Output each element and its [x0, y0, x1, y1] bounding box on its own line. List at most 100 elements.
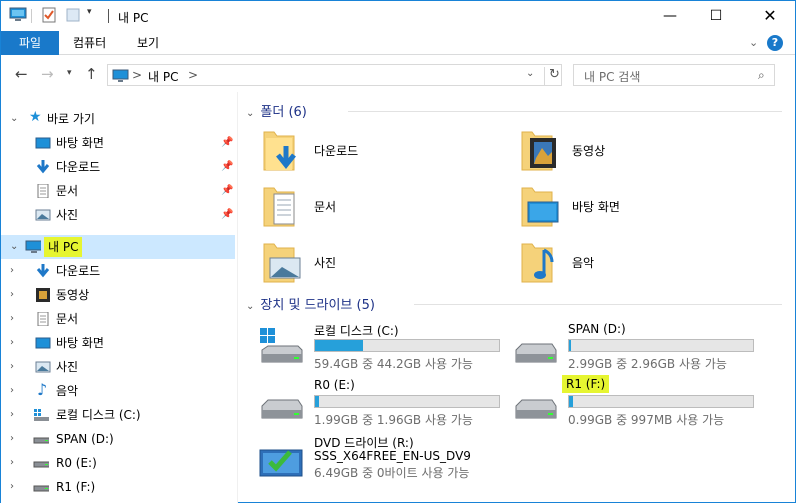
collapse-arrow-icon[interactable]: ⌄: [10, 107, 18, 131]
minimize-icon[interactable]: —: [647, 1, 693, 31]
drive-name: R1 (F:): [562, 375, 610, 393]
tab-view[interactable]: 보기: [123, 31, 173, 55]
desktop-icon: [35, 337, 51, 349]
nav-quick-access[interactable]: ⌄ ★ 바로 가기: [1, 107, 235, 131]
collapse-arrow-icon[interactable]: ⌄: [10, 235, 18, 259]
expand-ribbon-icon[interactable]: ⌄: [749, 36, 758, 49]
folder-tile-documents[interactable]: 문서: [258, 182, 508, 234]
nav-pc-drive-f[interactable]: › R1 (F:): [1, 475, 235, 499]
expand-arrow-icon[interactable]: ›: [10, 475, 14, 499]
window-title: 내 PC: [118, 11, 149, 25]
windows-drive-icon: [34, 409, 49, 421]
folder-tile-downloads[interactable]: 다운로드: [258, 126, 508, 178]
nav-pc-drive-c[interactable]: › 로컬 디스크 (C:): [1, 403, 235, 427]
nav-pc-drive-d[interactable]: › SPAN (D:): [1, 427, 235, 451]
crumb-separator[interactable]: >: [188, 68, 198, 82]
folder-label: 음악: [572, 256, 595, 270]
nav-pinned-pictures[interactable]: 사진 📌: [1, 203, 235, 227]
nav-label: 문서: [56, 184, 79, 198]
drive-tile-d[interactable]: SPAN (D:) 2.99GB 중 2.96GB 사용 가능: [512, 322, 772, 374]
drive-usage-fill: [569, 340, 571, 351]
drive-name: R0 (E:): [314, 378, 355, 392]
collapse-arrow-icon[interactable]: ⌄: [246, 301, 254, 312]
tab-computer[interactable]: 컴퓨터: [59, 31, 120, 55]
search-box[interactable]: 내 PC 검색 ⌕: [573, 64, 775, 86]
qa-divider: [31, 9, 32, 23]
pin-icon[interactable]: 📌: [221, 155, 233, 179]
nav-this-pc[interactable]: ⌄ 내 PC: [1, 235, 235, 259]
expand-arrow-icon[interactable]: ›: [10, 451, 14, 475]
maximize-icon[interactable]: ☐: [693, 1, 739, 31]
refresh-icon[interactable]: ↻: [544, 67, 560, 85]
expand-arrow-icon[interactable]: ›: [10, 403, 14, 427]
drive-tile-c[interactable]: 로컬 디스크 (C:) 59.4GB 중 44.2GB 사용 가능: [258, 322, 518, 374]
new-folder-icon[interactable]: [65, 7, 81, 25]
windows-drive-icon: [260, 328, 303, 363]
crumb-separator[interactable]: >: [132, 68, 142, 82]
nav-pc-documents[interactable]: › 문서: [1, 307, 235, 331]
pin-icon[interactable]: 📌: [221, 131, 233, 155]
back-arrow-icon[interactable]: ←: [15, 65, 28, 83]
customize-qa-icon[interactable]: ▾: [87, 7, 92, 25]
nav-pc-pictures[interactable]: › 사진: [1, 355, 235, 379]
address-dropdown-icon[interactable]: ⌄: [526, 68, 534, 79]
search-icon[interactable]: ⌕: [758, 68, 765, 83]
drive-name: SPAN (D:): [568, 322, 626, 336]
nav-pinned-downloads[interactable]: 다운로드 📌: [1, 155, 235, 179]
music-note-icon: ♪: [37, 380, 48, 399]
folder-label: 동영상: [572, 144, 606, 158]
nav-label: 내 PC: [44, 237, 83, 257]
expand-arrow-icon[interactable]: ›: [10, 355, 14, 379]
drive-tile-f[interactable]: R1 (F:) 0.99GB 중 997MB 사용 가능: [512, 375, 772, 430]
address-bar[interactable]: > 내 PC > ⌄ ↻: [107, 64, 562, 86]
expand-arrow-icon[interactable]: ›: [10, 427, 14, 451]
file-explorer-window: ▾ 내 PC — ☐ ✕ 파일 컴퓨터 보기 ⌄ ? ← → ▾ ↑ > 내 P…: [0, 0, 796, 503]
collapse-arrow-icon[interactable]: ⌄: [246, 108, 254, 119]
help-icon[interactable]: ?: [767, 35, 783, 51]
drive-tile-e[interactable]: R0 (E:) 1.99GB 중 1.96GB 사용 가능: [258, 378, 518, 430]
tab-file[interactable]: 파일: [1, 31, 59, 55]
nav-label: 동영상: [56, 288, 90, 302]
crumb-this-pc[interactable]: 내 PC: [148, 68, 178, 85]
properties-icon[interactable]: [41, 7, 57, 25]
expand-arrow-icon[interactable]: ›: [10, 331, 14, 355]
folder-tile-videos[interactable]: 동영상: [516, 126, 766, 178]
drive-usage-bar: [568, 395, 754, 408]
nav-pc-music[interactable]: › ♪ 음악: [1, 379, 235, 403]
nav-pinned-desktop[interactable]: 바탕 화면 📌: [1, 131, 235, 155]
drive-icon: [33, 437, 49, 444]
pin-icon[interactable]: 📌: [221, 203, 233, 227]
this-pc-icon: [112, 69, 129, 82]
nav-label: 바탕 화면: [56, 336, 104, 350]
forward-arrow-icon[interactable]: →: [41, 65, 54, 83]
star-icon: ★: [29, 109, 42, 125]
pin-icon[interactable]: 📌: [221, 179, 233, 203]
folder-tile-desktop[interactable]: 바탕 화면: [516, 182, 766, 234]
expand-arrow-icon[interactable]: ›: [10, 307, 14, 331]
nav-pc-desktop[interactable]: › 바탕 화면: [1, 331, 235, 355]
music-folder-icon: [521, 243, 554, 283]
drive-free-space: 6.49GB 중 0바이트 사용 가능: [314, 466, 470, 480]
nav-pc-videos[interactable]: › 동영상: [1, 283, 235, 307]
expand-arrow-icon[interactable]: ›: [10, 259, 14, 283]
group-count: (6): [288, 105, 307, 120]
drive-icon: [33, 485, 49, 492]
address-row: ← → ▾ ↑ > 내 PC > ⌄ ↻ 내 PC 검색 ⌕: [1, 56, 795, 92]
folders-group-header[interactable]: ⌄ 폴더 (6): [246, 101, 786, 121]
up-arrow-icon[interactable]: ↑: [85, 65, 98, 83]
folder-tile-pictures[interactable]: 사진: [258, 238, 508, 290]
nav-label: 문서: [56, 312, 79, 326]
expand-arrow-icon[interactable]: ›: [10, 379, 14, 403]
drive-tile-dvd[interactable]: DVD 드라이브 (R:) SSS_X64FREE_EN-US_DV9 6.49…: [258, 434, 518, 486]
nav-pinned-documents[interactable]: 문서 📌: [1, 179, 235, 203]
nav-pc-downloads[interactable]: › 다운로드: [1, 259, 235, 283]
devices-group-header[interactable]: ⌄ 장치 및 드라이브 (5): [246, 294, 786, 314]
download-arrow-icon: [36, 264, 50, 278]
close-icon[interactable]: ✕: [747, 1, 793, 31]
drive-icon: [515, 343, 557, 363]
folder-tile-music[interactable]: 음악: [516, 238, 766, 290]
expand-arrow-icon[interactable]: ›: [10, 283, 14, 307]
nav-pc-drive-e[interactable]: › R0 (E:): [1, 451, 235, 475]
recent-locations-icon[interactable]: ▾: [67, 68, 72, 78]
pictures-icon: [35, 209, 51, 221]
